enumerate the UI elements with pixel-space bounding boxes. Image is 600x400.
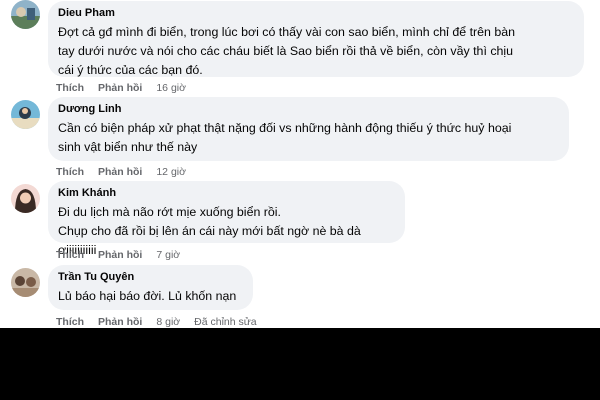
avatar[interactable] (11, 184, 40, 213)
comment-text: Lủ báo hại báo đời. Lủ khốn nạn (58, 289, 237, 303)
like-button[interactable]: Thích (56, 316, 84, 328)
edited-label: Đã chỉnh sửa (194, 316, 257, 328)
comment-time[interactable]: 8 giờ (156, 316, 180, 328)
comment-time[interactable]: 7 giờ (156, 249, 180, 261)
avatar[interactable] (11, 0, 40, 29)
reply-button[interactable]: Phản hồi (98, 166, 142, 178)
comment-actions: Thích Phản hồi 16 giờ (56, 81, 186, 95)
comment-bubble: Dieu Pham Đợt cả gđ mình đi biển, trong … (48, 1, 584, 77)
comment-list: Dieu Pham Đợt cả gđ mình đi biển, trong … (0, 0, 600, 328)
comment-bubble: Trần Tu Quyên Lủ báo hại báo đời. Lủ khố… (48, 265, 253, 310)
comment-author[interactable]: Trần Tu Quyên (58, 270, 243, 284)
like-button[interactable]: Thích (56, 249, 84, 261)
comment-bubble: Kim Khánh Đi du lịch mà não rớt mịe xuốn… (48, 181, 405, 257)
comment-text: Đợt cả gđ mình đi biển, trong lúc bơi có… (58, 25, 516, 77)
reply-button[interactable]: Phản hồi (98, 249, 142, 261)
avatar-photo-icon (11, 0, 40, 29)
avatar[interactable] (11, 100, 40, 129)
reply-button[interactable]: Phản hồi (98, 316, 142, 328)
comment-time[interactable]: 16 giờ (156, 82, 186, 94)
comment-actions: Thích Phản hồi 12 giờ (56, 165, 186, 179)
avatar-photo-icon (11, 184, 40, 213)
reply-button[interactable]: Phản hồi (98, 82, 142, 94)
comment-author[interactable]: Dieu Pham (58, 6, 574, 20)
avatar[interactable] (11, 268, 40, 297)
comment-author[interactable]: Kim Khánh (58, 186, 395, 200)
comment-actions: Thích Phản hồi 7 giờ (56, 248, 180, 262)
like-button[interactable]: Thích (56, 82, 84, 94)
comment-time[interactable]: 12 giờ (156, 166, 186, 178)
avatar-photo-icon (11, 268, 40, 297)
bottom-black-band (0, 328, 600, 400)
comment-text: Cần có biện pháp xử phạt thật nặng đối v… (58, 121, 512, 154)
comment-bubble: Dương Linh Cần có biện pháp xử phạt thật… (48, 97, 569, 161)
like-button[interactable]: Thích (56, 166, 84, 178)
avatar-photo-icon (11, 100, 40, 129)
comment-author[interactable]: Dương Linh (58, 102, 559, 116)
comment-actions: Thích Phản hồi 8 giờ Đã chỉnh sửa (56, 315, 257, 329)
